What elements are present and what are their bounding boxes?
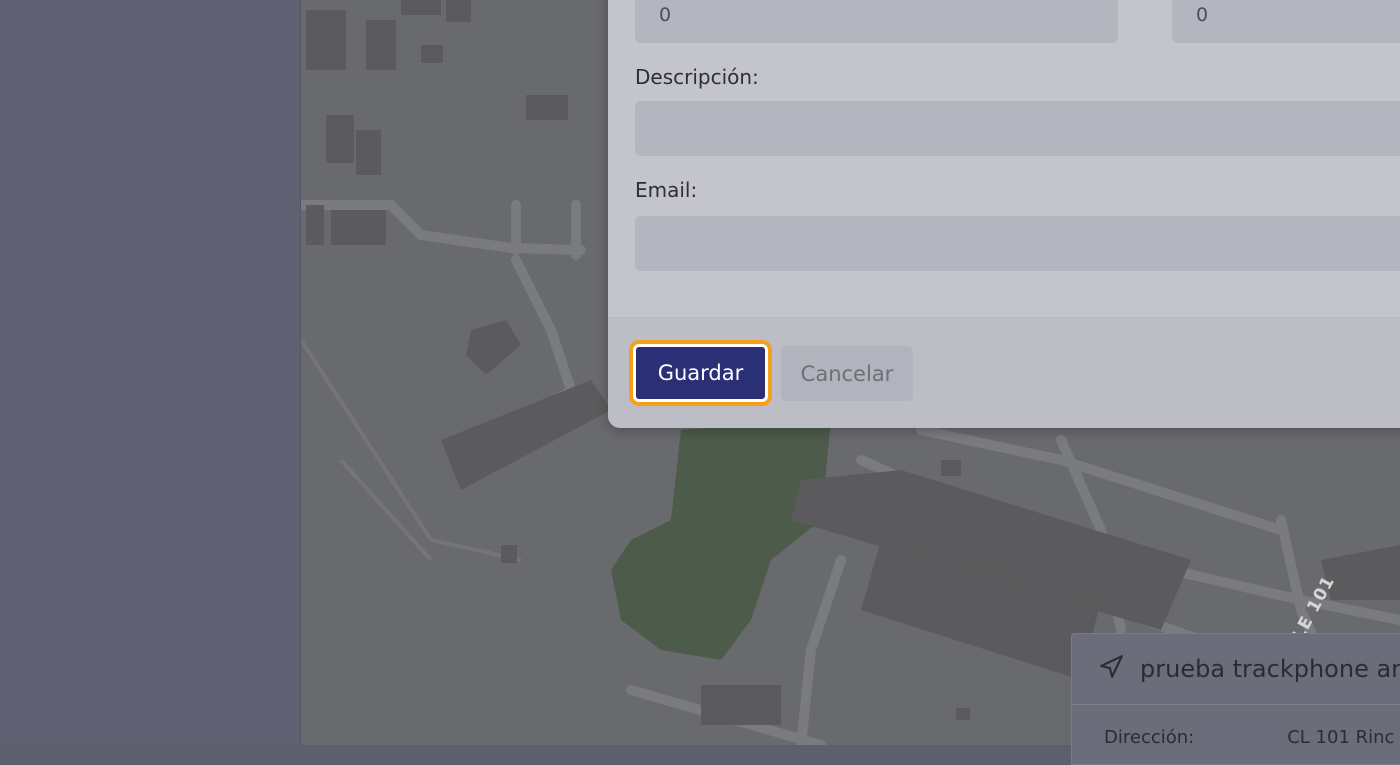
number-field-right-value: 0: [1196, 3, 1209, 26]
device-address-row: Dirección: CL 101 Rinc: [1072, 705, 1400, 748]
cancel-button[interactable]: Cancelar: [781, 346, 913, 401]
save-button[interactable]: Guardar: [633, 344, 768, 402]
email-input[interactable]: [635, 216, 1400, 271]
number-field-left[interactable]: 0: [635, 0, 1118, 43]
device-info-card[interactable]: prueba trackphone an Dirección: CL 101 R…: [1071, 633, 1400, 765]
number-field-right[interactable]: 0: [1172, 0, 1400, 43]
navigation-arrow-icon: [1098, 654, 1124, 684]
descripcion-label: Descripción:: [635, 65, 759, 89]
descripcion-input[interactable]: [635, 101, 1400, 156]
device-card-header: prueba trackphone an: [1072, 634, 1400, 705]
device-name: prueba trackphone an: [1140, 655, 1400, 683]
email-label: Email:: [635, 178, 698, 202]
sidebar: [0, 0, 301, 745]
number-field-left-value: 0: [659, 3, 672, 26]
